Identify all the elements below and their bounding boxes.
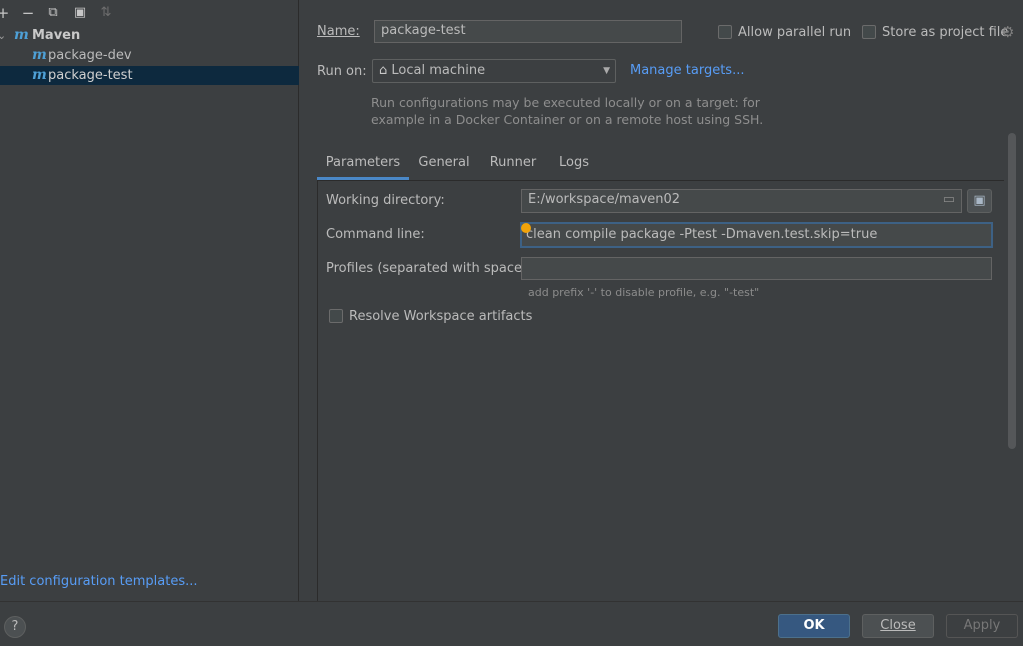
apply-button[interactable]: Apply — [946, 614, 1018, 638]
run-on-label: Run on: — [317, 64, 367, 79]
profiles-label: Profiles (separated with space): — [326, 261, 532, 276]
edit-configuration-templates-link[interactable]: Edit configuration templates... — [0, 574, 198, 589]
run-on-dropdown[interactable]: ⌂ Local machine ▼ — [372, 59, 616, 83]
help-button[interactable]: ? — [4, 616, 26, 638]
folder-icon: ▣ — [973, 193, 986, 208]
maven-icon: m — [32, 47, 47, 63]
tab-general[interactable]: General — [412, 154, 476, 180]
name-field[interactable]: package-test — [374, 20, 682, 43]
dialog-button-bar: ? OK Close Apply — [0, 601, 1023, 646]
maven-icon: m — [32, 67, 47, 83]
tree-item-package-dev[interactable]: m package-dev — [0, 46, 299, 65]
run-on-hint-line2: example in a Docker Container or on a re… — [371, 112, 764, 127]
working-directory-label-text: Working directory: — [326, 193, 445, 208]
tree-root-maven[interactable]: ⌄ m Maven — [0, 26, 299, 45]
resolve-workspace-artifacts-checkbox[interactable] — [329, 309, 343, 323]
new-folder-icon[interactable]: ▣ — [71, 4, 89, 22]
gear-icon[interactable]: ⚙ — [1001, 23, 1014, 41]
manage-targets-link[interactable]: Manage targets... — [630, 63, 744, 78]
sort-icon[interactable]: ⇅ — [97, 4, 115, 22]
tab-parameters[interactable]: Parameters — [317, 154, 409, 180]
command-line-field[interactable]: clean compile package -Ptest -Dmaven.tes… — [520, 222, 993, 248]
store-as-project-file-checkbox[interactable] — [862, 25, 876, 39]
expand-arrow-icon[interactable]: ⌄ — [0, 26, 6, 45]
parameters-panel: Working directory: E:/workspace/maven02 … — [317, 180, 1004, 601]
allow-parallel-run-checkbox[interactable] — [718, 25, 732, 39]
working-directory-value: E:/workspace/maven02 — [528, 192, 681, 207]
maven-icon: m — [14, 27, 29, 43]
vertical-scrollbar[interactable] — [1008, 133, 1016, 449]
profiles-field[interactable] — [521, 257, 992, 280]
working-directory-field[interactable]: E:/workspace/maven02 ▭ — [521, 189, 962, 213]
store-as-project-file-label: Store as project file — [882, 25, 1009, 40]
tree-item-label: package-test — [48, 68, 133, 83]
tree-root-label: Maven — [32, 28, 81, 43]
ok-button[interactable]: OK — [778, 614, 850, 638]
warning-dot-icon — [521, 223, 531, 233]
copy-icon[interactable]: ⧉ — [44, 4, 62, 22]
name-label: Name: — [317, 24, 360, 39]
close-button[interactable]: Close — [862, 614, 934, 638]
chevron-down-icon: ▼ — [603, 66, 610, 76]
add-icon[interactable]: + — [0, 4, 12, 22]
command-line-label: Command line: — [326, 227, 425, 242]
resolve-workspace-artifacts-label: Resolve Workspace artifacts — [349, 309, 533, 324]
run-on-hint-line1: Run configurations may be executed local… — [371, 95, 760, 110]
command-line-value: clean compile package -Ptest -Dmaven.tes… — [526, 227, 878, 242]
run-on-value: Local machine — [391, 63, 486, 78]
profiles-hint: add prefix '-' to disable profile, e.g. … — [528, 286, 760, 299]
tab-runner[interactable]: Runner — [484, 154, 542, 180]
working-directory-label: Working directory: — [326, 193, 445, 208]
configuration-editor: Name: package-test Allow parallel run St… — [300, 0, 1023, 601]
tree-item-package-test[interactable]: m package-test — [0, 66, 299, 85]
browse-folder-icon[interactable]: ▭ — [943, 190, 955, 210]
tree-item-label: package-dev — [48, 48, 132, 63]
home-icon: ⌂ — [379, 63, 388, 78]
remove-icon[interactable]: − — [19, 4, 37, 22]
configurations-sidebar: + − ⧉ ▣ ⇅ ⌄ m Maven m package-dev m pack… — [0, 0, 299, 601]
macro-folder-button[interactable]: ▣ — [967, 189, 992, 213]
allow-parallel-run-label: Allow parallel run — [738, 25, 852, 40]
tab-logs[interactable]: Logs — [551, 154, 597, 180]
